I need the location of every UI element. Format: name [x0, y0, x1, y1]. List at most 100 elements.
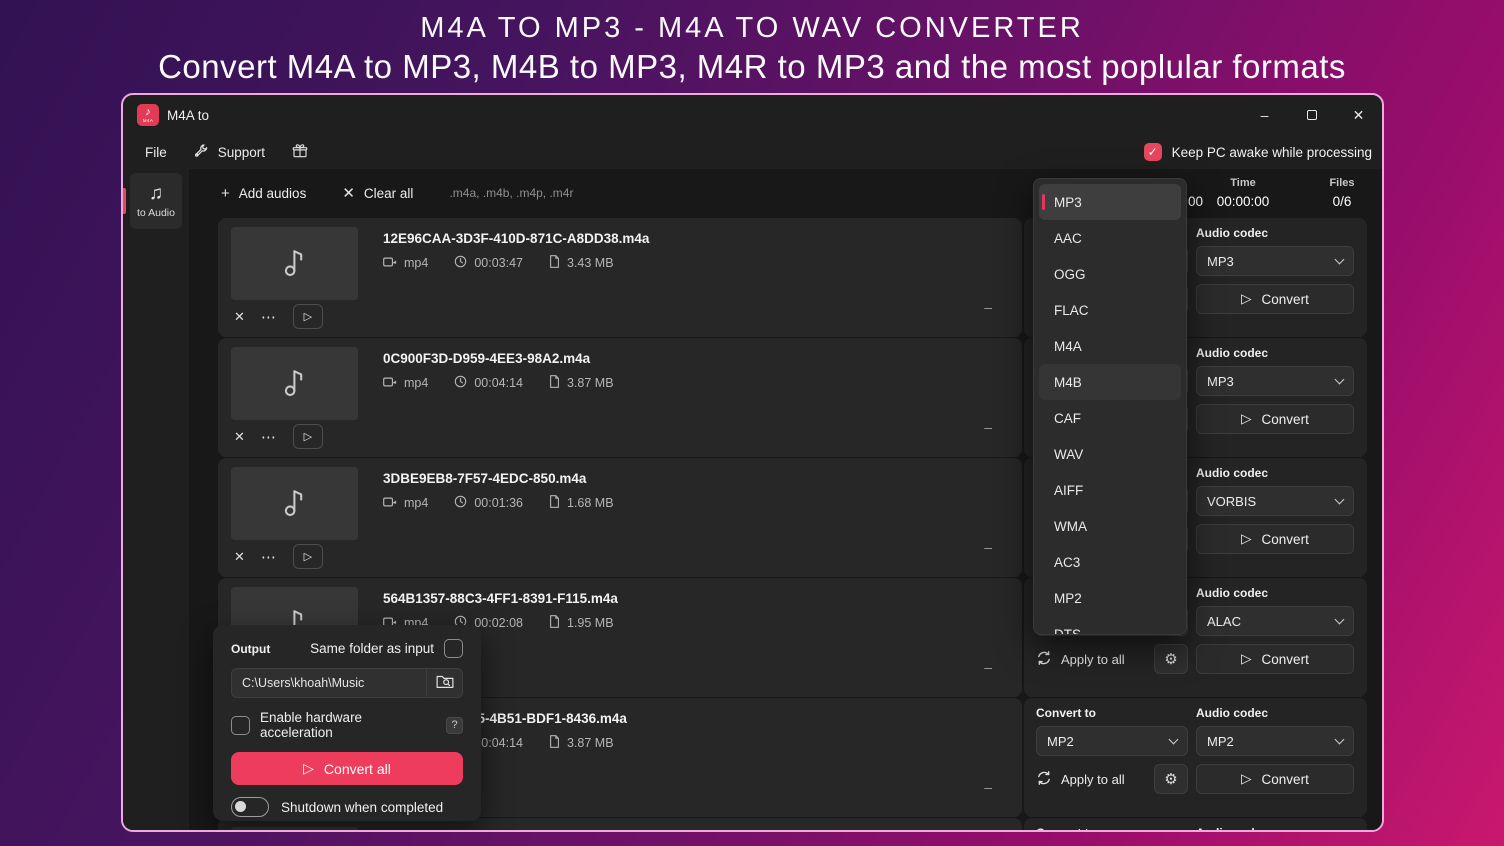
- keep-awake-option[interactable]: ✓ Keep PC awake while processing: [1144, 135, 1372, 169]
- clear-all-button[interactable]: ✕ Clear all: [342, 184, 413, 202]
- window-controls: – ✕: [1241, 95, 1382, 135]
- dropdown-item-wma[interactable]: WMA: [1039, 508, 1181, 544]
- preview-play-button[interactable]: ▷: [293, 424, 323, 449]
- dropdown-item-label: CAF: [1054, 411, 1081, 426]
- audio-codec-select[interactable]: MP3: [1196, 366, 1354, 396]
- convert-label: Convert: [1262, 292, 1309, 307]
- remove-file-button[interactable]: ✕: [234, 549, 245, 565]
- chevron-down-icon: [1335, 614, 1345, 624]
- audio-codec-select[interactable]: ALAC: [1196, 606, 1354, 636]
- convert-all-button[interactable]: ▷ Convert all: [231, 752, 463, 785]
- add-audios-button[interactable]: + Add audios: [221, 185, 306, 202]
- more-options-button[interactable]: ⋯: [261, 308, 277, 326]
- dropdown-item-wav[interactable]: WAV: [1039, 436, 1181, 472]
- dropdown-item-label: DTS: [1054, 627, 1081, 636]
- selected-item-indicator: [1042, 194, 1045, 210]
- more-options-button[interactable]: ⋯: [261, 428, 277, 446]
- document-icon: [549, 375, 560, 391]
- file-duration: 00:03:47: [474, 256, 523, 270]
- preview-play-button[interactable]: ▷: [293, 304, 323, 329]
- settings-button[interactable]: ⚙: [1154, 764, 1188, 794]
- play-icon: ▷: [1241, 411, 1251, 427]
- dropdown-item-label: MP2: [1054, 591, 1082, 606]
- audio-thumbnail: [231, 827, 358, 832]
- convert-label: Convert: [1262, 412, 1309, 427]
- apply-to-all-button[interactable]: Apply to all: [1036, 644, 1148, 674]
- dropdown-item-aac[interactable]: AAC: [1039, 220, 1181, 256]
- menu-support[interactable]: Support: [193, 143, 265, 162]
- remove-file-button[interactable]: ✕: [234, 429, 245, 445]
- page-title: M4A TO MP3 - M4A TO WAV CONVERTER: [0, 12, 1504, 45]
- audio-codec-select[interactable]: MP3: [1196, 246, 1354, 276]
- sync-icon: [1036, 650, 1052, 669]
- close-icon: ✕: [1353, 107, 1365, 124]
- same-folder-option[interactable]: Same folder as input: [310, 639, 463, 658]
- settings-button[interactable]: ⚙: [1154, 644, 1188, 674]
- video-format-icon: [383, 376, 397, 391]
- audio-codec-select[interactable]: VORBIS: [1196, 486, 1354, 516]
- convert-to-select[interactable]: MP2: [1036, 726, 1188, 756]
- dropdown-item-mp3[interactable]: MP3: [1039, 184, 1181, 220]
- file-duration: 00:01:36: [474, 496, 523, 510]
- same-folder-checkbox[interactable]: [444, 639, 463, 658]
- stat-column-time: Time 00:00:00: [1198, 177, 1288, 209]
- menu-file[interactable]: File: [145, 145, 167, 160]
- audio-codec-select[interactable]: MP2: [1196, 726, 1354, 756]
- dropdown-item-label: FLAC: [1054, 303, 1089, 318]
- add-audios-label: Add audios: [239, 186, 307, 201]
- dropdown-item-ac3[interactable]: AC3: [1039, 544, 1181, 580]
- dropdown-item-m4a[interactable]: M4A: [1039, 328, 1181, 364]
- convert-button[interactable]: ▷ Convert: [1196, 644, 1354, 674]
- help-button[interactable]: ?: [446, 717, 463, 734]
- keep-awake-checkbox[interactable]: ✓: [1144, 143, 1162, 161]
- clock-icon: [454, 255, 467, 271]
- menu-whats-new[interactable]: [291, 142, 309, 163]
- convert-button[interactable]: ▷ Convert: [1196, 284, 1354, 314]
- maximize-icon: [1307, 110, 1317, 120]
- collapse-dash[interactable]: –: [984, 539, 992, 555]
- dropdown-item-aiff[interactable]: AIFF: [1039, 472, 1181, 508]
- dropdown-item-dts[interactable]: DTS: [1039, 616, 1181, 635]
- file-name: 12E96CAA-3D3F-410D-871C-A8DD38.m4a: [383, 231, 649, 246]
- apply-to-all-button[interactable]: Apply to all: [1036, 764, 1148, 794]
- preview-play-button[interactable]: ▷: [293, 544, 323, 569]
- maximize-button[interactable]: [1288, 95, 1335, 135]
- hw-accel-option[interactable]: Enable hardware acceleration ?: [231, 710, 463, 740]
- remove-file-button[interactable]: ✕: [234, 309, 245, 325]
- collapse-dash[interactable]: –: [984, 779, 992, 795]
- time-value: 00:00:00: [1198, 194, 1288, 209]
- shutdown-toggle[interactable]: [231, 797, 269, 817]
- play-icon: ▷: [304, 310, 312, 323]
- chevron-down-icon: [1335, 734, 1345, 744]
- collapse-dash[interactable]: –: [984, 659, 992, 675]
- minimize-icon: –: [1261, 107, 1269, 123]
- dropdown-item-caf[interactable]: CAF: [1039, 400, 1181, 436]
- gift-icon: [291, 142, 309, 163]
- dropdown-item-ogg[interactable]: OGG: [1039, 256, 1181, 292]
- document-icon: [549, 255, 560, 271]
- dropdown-item-mp2[interactable]: MP2: [1039, 580, 1181, 616]
- convert-button[interactable]: ▷ Convert: [1196, 404, 1354, 434]
- hw-accel-checkbox[interactable]: [231, 716, 250, 735]
- collapse-dash[interactable]: –: [984, 299, 992, 315]
- more-options-button[interactable]: ⋯: [261, 548, 277, 566]
- minimize-button[interactable]: –: [1241, 95, 1288, 135]
- selected-tab-indicator: [123, 188, 126, 214]
- collapse-dash[interactable]: –: [984, 419, 992, 435]
- file-format: mp4: [404, 376, 428, 390]
- browse-folder-button[interactable]: [426, 669, 462, 697]
- files-label: Files: [1312, 177, 1372, 191]
- dropdown-item-label: M4A: [1054, 339, 1082, 354]
- convert-button[interactable]: ▷ Convert: [1196, 764, 1354, 794]
- close-button[interactable]: ✕: [1335, 95, 1382, 135]
- output-path-field[interactable]: C:\Users\khoah\Music: [231, 668, 463, 698]
- play-icon: ▷: [303, 760, 314, 777]
- shutdown-option[interactable]: Shutdown when completed: [231, 797, 463, 817]
- sidebar-item-to-audio[interactable]: ♫ to Audio: [130, 173, 182, 229]
- dropdown-item-label: AC3: [1054, 555, 1080, 570]
- convert-button[interactable]: ▷ Convert: [1196, 524, 1354, 554]
- convert-to-label: Convert to: [1036, 706, 1188, 726]
- dropdown-item-flac[interactable]: FLAC: [1039, 292, 1181, 328]
- play-icon: ▷: [1241, 771, 1251, 787]
- dropdown-item-m4b[interactable]: M4B: [1039, 364, 1181, 400]
